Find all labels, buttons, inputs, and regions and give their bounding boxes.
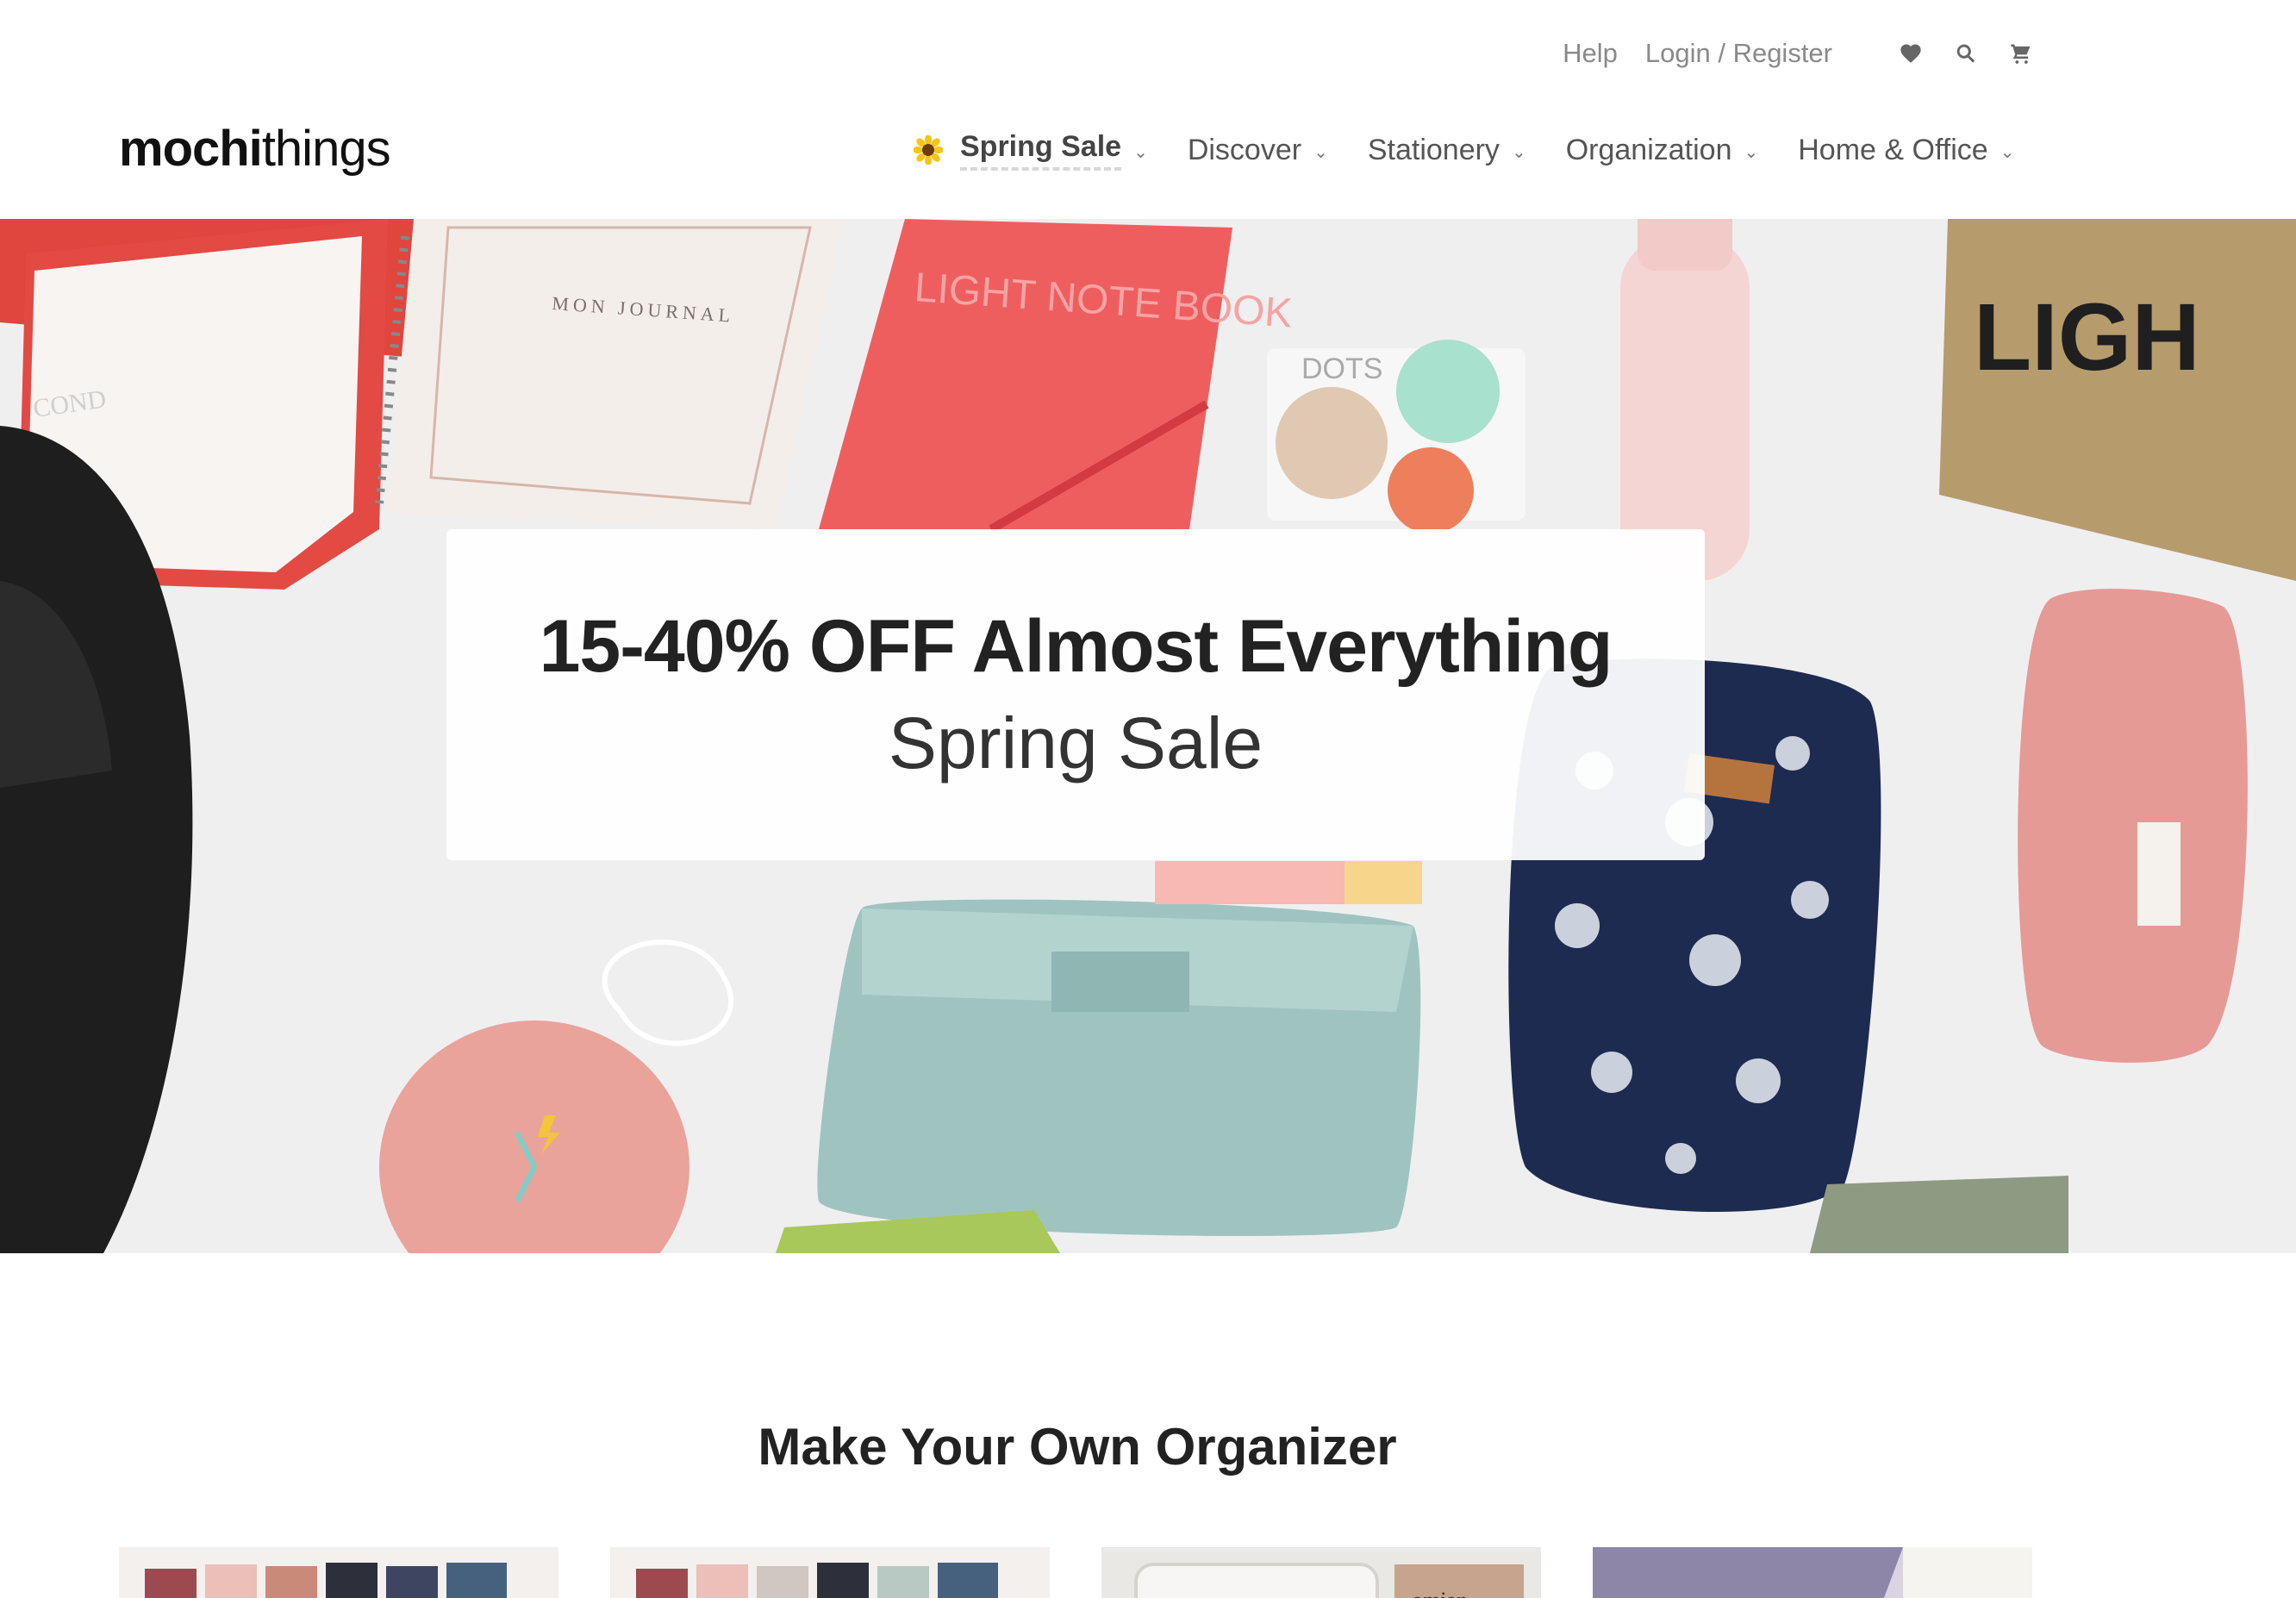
nav-item-organization[interactable]: Organization ⌄ — [1566, 134, 1759, 167]
nav-label-home-office: Home & Office — [1798, 133, 1988, 166]
nav-label-spring-sale: Spring Sale — [960, 130, 1122, 171]
help-link[interactable]: Help — [1563, 38, 1618, 69]
organizer-card-4[interactable] — [1593, 1547, 2032, 1598]
logo-bold: mochi — [119, 121, 263, 177]
hero-subtitle: Spring Sale — [888, 702, 1263, 783]
nav-label-stationery: Stationery — [1367, 133, 1500, 166]
hero-promo-card[interactable]: 15-40% OFF Almost Everything Spring Sale — [446, 529, 1705, 860]
nav-label-discover: Discover — [1187, 133, 1302, 166]
chevron-down-icon: ⌄ — [1133, 142, 1148, 162]
organizer-card-image: omian — [1101, 1547, 1541, 1598]
hero-book-text: LIGH — [1974, 284, 2200, 390]
chevron-down-icon: ⌄ — [2000, 142, 2015, 162]
cart-icon[interactable] — [2008, 41, 2034, 66]
nav-item-discover[interactable]: Discover ⌄ — [1188, 134, 1328, 167]
nav-label-organization: Organization — [1565, 133, 1732, 166]
login-register-link[interactable]: Login / Register — [1645, 38, 1832, 69]
logo-light: things — [261, 121, 391, 177]
utility-nav: Help Login / Register — [1551, 33, 2034, 74]
heart-icon[interactable] — [1898, 41, 1924, 66]
main-nav: Spring Sale ⌄ Discover ⌄ Stationery ⌄ Or… — [914, 126, 2014, 174]
chevron-down-icon: ⌄ — [1511, 142, 1526, 162]
sunflower-icon — [914, 135, 943, 165]
hero-dots-text: DOTS — [1301, 353, 1382, 385]
organizer-card-image — [610, 1547, 1050, 1598]
organizer-card-3[interactable]: omian — [1101, 1547, 1541, 1598]
organizer-card-2[interactable] — [610, 1547, 1050, 1598]
organizer-card-image — [119, 1547, 558, 1598]
search-icon[interactable] — [1953, 41, 1979, 66]
svg-text:omian: omian — [1412, 1588, 1468, 1598]
hero-title: 15-40% OFF Almost Everything — [539, 605, 1613, 688]
chevron-down-icon: ⌄ — [1313, 142, 1328, 162]
organizer-card-image — [1593, 1547, 2032, 1598]
nav-item-stationery[interactable]: Stationery ⌄ — [1368, 134, 1526, 167]
nav-item-home-office[interactable]: Home & Office ⌄ — [1798, 134, 2014, 167]
organizer-card-list: omian — [119, 1547, 2032, 1598]
organizer-card-1[interactable] — [119, 1547, 558, 1598]
nav-item-spring-sale[interactable]: Spring Sale ⌄ — [914, 130, 1148, 171]
hero-banner[interactable]: COND MON JOURNAL LIGHT NOTE BOOK DOTS LI… — [0, 219, 2296, 1253]
section-title: Make Your Own Organizer — [758, 1418, 1397, 1476]
logo[interactable]: mochithings — [119, 119, 391, 179]
chevron-down-icon: ⌄ — [1744, 142, 1759, 162]
